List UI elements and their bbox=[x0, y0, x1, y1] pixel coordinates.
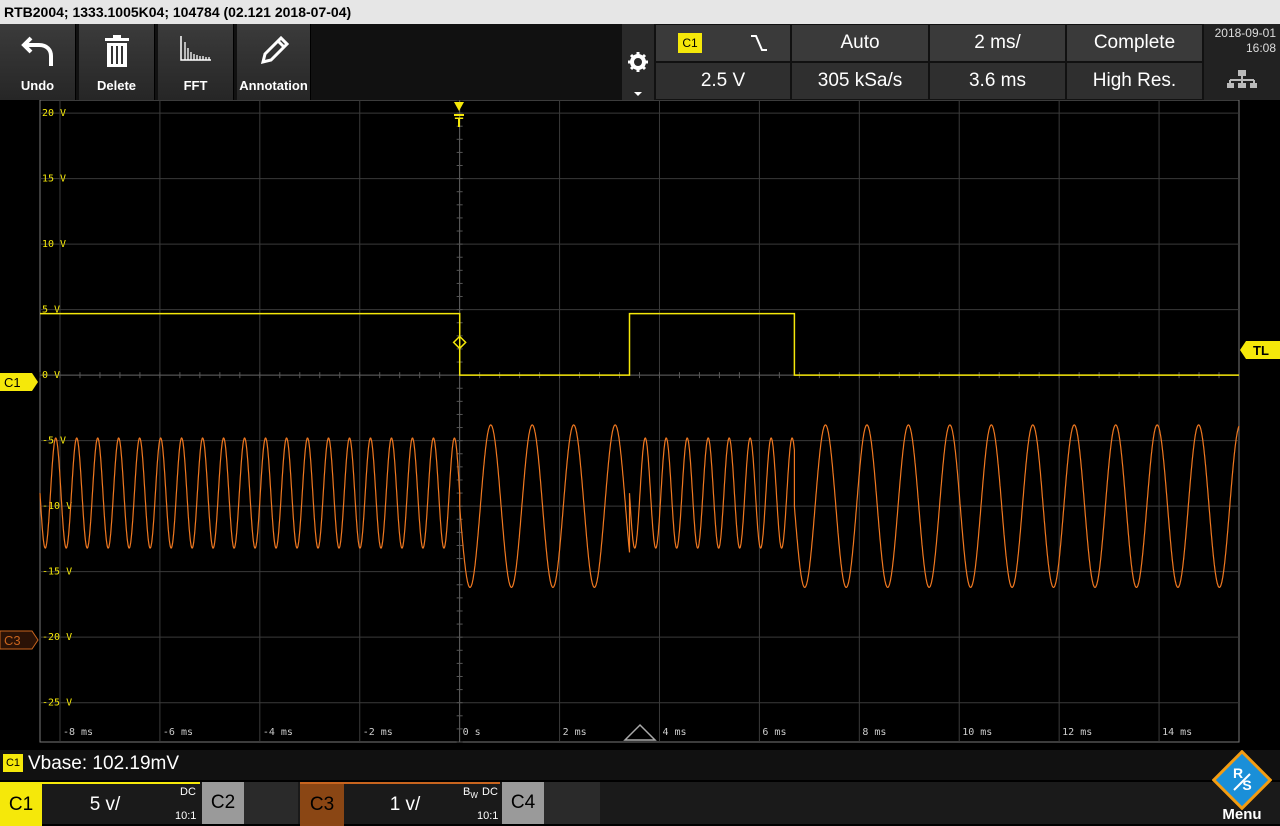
y-axis-label: -25 V bbox=[42, 698, 72, 709]
fft-button[interactable]: FFT bbox=[158, 24, 234, 100]
network-icon bbox=[1227, 70, 1257, 88]
settings-button[interactable] bbox=[622, 24, 654, 100]
channel-c3-name: C3 bbox=[300, 784, 344, 826]
rs-logo-icon: R S bbox=[1212, 750, 1272, 810]
channel-c4-panel[interactable]: C4 bbox=[502, 782, 600, 824]
channel-c1-panel[interactable]: C1 5 v/ DC 10:1 bbox=[0, 782, 200, 826]
y-axis-label: -10 V bbox=[42, 501, 72, 512]
x-axis-label: 14 ms bbox=[1162, 727, 1192, 738]
trigger-mode[interactable]: Auto bbox=[792, 25, 928, 61]
delete-label: Delete bbox=[96, 78, 137, 93]
waveform-display[interactable]: 20 V 15 V 10 V5 V0 V -5 V -10 V -15 V -20 V -25… bbox=[0, 99, 1280, 750]
pencil-icon bbox=[260, 35, 289, 65]
x-axis-label: 4 ms bbox=[662, 727, 686, 738]
y-axis-label: -15 V bbox=[42, 567, 72, 578]
ch1-marker-label: C1 bbox=[4, 375, 21, 390]
measurement-text: Vbase: 102.19mV bbox=[28, 753, 180, 774]
y-axis-label: -20 V bbox=[42, 632, 72, 643]
x-axis-label: 8 ms bbox=[862, 727, 886, 738]
datetime-panel: 2018-09-01 16:08 bbox=[1204, 24, 1280, 100]
ch3-offset-marker[interactable]: C3 bbox=[0, 630, 39, 650]
delete-button[interactable]: Delete bbox=[79, 24, 155, 100]
x-axis-label: -4 ms bbox=[263, 727, 293, 738]
undo-label: Undo bbox=[20, 78, 55, 93]
y-axis-label: 10 V bbox=[42, 239, 66, 250]
undo-icon bbox=[20, 36, 53, 66]
x-axis-label: 6 ms bbox=[762, 727, 786, 738]
bw-sub: W bbox=[470, 791, 478, 801]
acquisition-status[interactable]: Complete bbox=[1067, 25, 1202, 61]
ch3-marker-label: C3 bbox=[4, 633, 21, 648]
falling-edge-icon bbox=[751, 35, 767, 51]
acquisition-mode[interactable]: High Res. bbox=[1067, 63, 1202, 99]
trash-icon bbox=[104, 35, 129, 67]
channel-c4-name: C4 bbox=[502, 782, 544, 824]
menu-label: Menu bbox=[1222, 806, 1262, 823]
menu-button[interactable]: R S Menu bbox=[1204, 750, 1280, 824]
trigger-level-label: TL bbox=[1253, 343, 1269, 358]
trigger-source-badge: C1 bbox=[678, 33, 702, 53]
undo-button[interactable]: Undo bbox=[0, 24, 76, 100]
channel-c3-panel[interactable]: C3 1 v/ BW DC 10:1 bbox=[300, 782, 500, 826]
x-axis-label: -8 ms bbox=[63, 727, 93, 738]
annotation-label: Annotation bbox=[239, 78, 308, 93]
waveform-svg: 20 V15 V10 V5 V0 V-5 V-10 V-15 V-20 V-25… bbox=[0, 99, 1280, 743]
timebase[interactable]: 2 ms/ bbox=[930, 25, 1065, 61]
channel-c2-panel[interactable]: C2 bbox=[202, 782, 298, 824]
annotation-button[interactable]: Annotation bbox=[237, 24, 311, 100]
x-axis-label: 0 s bbox=[463, 727, 481, 738]
channel-c3-scale: 1 v/ bbox=[389, 794, 421, 815]
channel-c3-probe: 10:1 bbox=[477, 810, 499, 822]
x-axis-label: 10 ms bbox=[962, 727, 992, 738]
channel-c1-probe: 10:1 bbox=[175, 810, 197, 822]
gear-icon bbox=[628, 52, 648, 96]
fft-label: FFT bbox=[183, 78, 208, 93]
measurement-bar: C1 Vbase: 102.19mV bbox=[0, 750, 1280, 780]
horizontal-position[interactable]: 3.6 ms bbox=[930, 63, 1065, 99]
channel-c3-bandwidth: BW bbox=[463, 786, 478, 800]
y-axis-label: 20 V bbox=[42, 108, 66, 119]
date-text: 2018-09-01 bbox=[1214, 26, 1276, 40]
measurement-channel-tag: C1 bbox=[3, 754, 23, 772]
y-axis-label: 0 V bbox=[42, 370, 60, 381]
trigger-level[interactable]: 2.5 V bbox=[656, 63, 790, 99]
channel-c3-coupling: DC bbox=[482, 786, 498, 798]
y-axis-label: 15 V bbox=[42, 174, 66, 185]
x-axis-label: 12 ms bbox=[1062, 727, 1092, 738]
sample-rate[interactable]: 305 kSa/s bbox=[792, 63, 928, 99]
x-axis-label: -6 ms bbox=[163, 727, 193, 738]
ch1-offset-marker[interactable]: C1 bbox=[0, 373, 38, 391]
channel-c1-scale: 5 v/ bbox=[89, 794, 121, 815]
x-axis-label: -2 ms bbox=[363, 727, 393, 738]
title-bar: RTB2004; 1333.1005K04; 104784 (02.121 20… bbox=[0, 0, 1280, 24]
trigger-level-marker[interactable]: TL bbox=[1240, 341, 1280, 359]
x-axis-label: 2 ms bbox=[563, 727, 587, 738]
time-text: 16:08 bbox=[1245, 41, 1276, 55]
trigger-position-label: T bbox=[455, 114, 464, 130]
fft-spectrum-icon bbox=[179, 36, 211, 61]
channel-c1-coupling: DC bbox=[180, 786, 196, 798]
channel-c1-name: C1 bbox=[0, 784, 42, 826]
channel-c2-name: C2 bbox=[202, 782, 244, 824]
